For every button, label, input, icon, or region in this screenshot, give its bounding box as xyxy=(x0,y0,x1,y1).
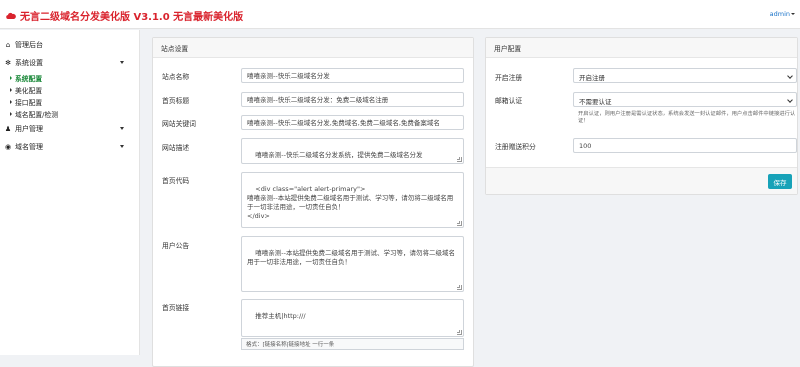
registration-label: 开启注册 xyxy=(495,74,523,82)
user-icon: ♟ xyxy=(4,125,12,133)
resize-handle[interactable] xyxy=(457,221,462,226)
resize-handle[interactable] xyxy=(457,157,462,162)
description-textarea[interactable]: 嘻嘻亲测--快乐二级域名分发系统，提供免费二级域名分发 xyxy=(241,138,464,164)
card-footer: 保存 xyxy=(486,167,797,194)
sidebar-subitem-label: 美化配置 xyxy=(15,87,43,95)
user-notice-textarea[interactable]: 嘻嘻亲测--本站提供免费二级域名用于测试、学习等，请勿将二级域名用于一切非法用途… xyxy=(241,236,464,292)
registration-select[interactable]: 开启注册 xyxy=(573,68,797,83)
caret-down-icon xyxy=(791,13,795,15)
caret-right-icon xyxy=(10,112,12,116)
caret-right-icon xyxy=(10,88,12,92)
keywords-input[interactable]: 嘻嘻亲测--快乐二级域名分发,免费域名,免费二级域名,免费备案域名 xyxy=(241,115,464,130)
sidebar-subitem-system-config[interactable]: 系统配置 xyxy=(0,72,139,84)
username: admin xyxy=(769,10,790,18)
sidebar-item-admin-home[interactable]: ⌂ 管理后台 xyxy=(0,36,139,54)
email-auth-help: 开启认证，则用户注册是需认证状态，系统会发送一封认证邮件，用户点击邮件中链接进行… xyxy=(578,111,796,124)
email-auth-select[interactable]: 不需要认证 xyxy=(573,92,797,107)
sidebar-item-label: 管理后台 xyxy=(15,41,43,49)
site-name-label: 站点名称 xyxy=(162,73,190,81)
email-auth-label: 邮箱认证 xyxy=(495,97,523,105)
brand[interactable]: 无言二级域名分发美化版 V3.1.0 无言最新美化版 xyxy=(6,8,243,23)
user-menu[interactable]: admin xyxy=(770,10,795,18)
caret-right-icon xyxy=(10,76,12,80)
sidebar-item-user-management[interactable]: ♟ 用户管理 xyxy=(0,120,139,138)
cloud-icon xyxy=(6,12,16,19)
sidebar-item-label: 用户管理 xyxy=(15,125,43,133)
description-label: 网站描述 xyxy=(162,144,190,152)
site-name-input[interactable]: 嘻嘻亲测--快乐二级域名分发 xyxy=(241,68,464,83)
signup-points-label: 注册赠送积分 xyxy=(495,143,536,151)
registration-selected: 开启注册 xyxy=(579,74,605,82)
sidebar-subitem-beautify-config[interactable]: 美化配置 xyxy=(0,84,139,96)
card-header: 用户配置 xyxy=(486,38,797,58)
chevron-down-icon xyxy=(120,61,124,64)
home-title-label: 首页标题 xyxy=(162,97,190,105)
sidebar-subitem-domain-config[interactable]: 域名配置/检测 xyxy=(0,108,139,120)
card-header: 站点设置 xyxy=(153,38,473,58)
sidebar-item-domain-management[interactable]: ◉ 域名管理 xyxy=(0,138,139,156)
sidebar-item-label: 域名管理 xyxy=(15,143,43,151)
top-navbar: 无言二级域名分发美化版 V3.1.0 无言最新美化版 admin xyxy=(0,0,800,29)
globe-icon: ◉ xyxy=(4,143,12,151)
home-code-textarea[interactable]: <div class="alert alert-primary"> 嘻嘻亲测--… xyxy=(241,172,464,228)
save-button[interactable]: 保存 xyxy=(768,174,792,189)
chevron-down-icon xyxy=(787,97,793,103)
sidebar-subitem-label: 接口配置 xyxy=(15,99,43,107)
home-links-label: 首页链接 xyxy=(162,304,190,312)
home-icon: ⌂ xyxy=(5,41,11,49)
home-links-text: 推荐主机|http:/// xyxy=(255,312,306,320)
user-config-card: 用户配置 开启注册 开启注册 邮箱认证 不需要认证 开启认证，则用户注册是需认证… xyxy=(485,37,798,195)
home-code-label: 首页代码 xyxy=(162,177,190,185)
user-notice-label: 用户公告 xyxy=(162,242,190,250)
description-text: 嘻嘻亲测--快乐二级域名分发系统，提供免费二级域名分发 xyxy=(255,151,423,159)
chevron-down-icon xyxy=(120,127,124,130)
sidebar-item-system-settings[interactable]: ✻ 系统设置 xyxy=(0,54,139,72)
sidebar-subitem-label: 域名配置/检测 xyxy=(15,111,59,119)
resize-handle[interactable] xyxy=(457,285,462,290)
user-notice-text: 嘻嘻亲测--本站提供免费二级域名用于测试、学习等，请勿将二级域名用于一切非法用途… xyxy=(247,249,455,266)
caret-right-icon xyxy=(10,100,12,104)
sidebar: ⌂ 管理后台 ✻ 系统设置 系统配置 美化配置 接口配置 域名配置/检测 ♟ 用… xyxy=(0,30,140,355)
gear-icon: ✻ xyxy=(5,59,11,67)
email-auth-selected: 不需要认证 xyxy=(579,98,612,106)
keywords-label: 网站关键词 xyxy=(162,120,196,128)
signup-points-input[interactable]: 100 xyxy=(573,138,797,153)
home-code-text: <div class="alert alert-primary"> 嘻嘻亲测--… xyxy=(247,185,454,220)
chevron-down-icon xyxy=(120,145,124,148)
sidebar-item-label: 系统设置 xyxy=(15,59,43,67)
home-title-input[interactable]: 嘻嘻亲测--快乐二级域名分发：免费二级域名注册 xyxy=(241,92,464,107)
app-title: 无言二级域名分发美化版 V3.1.0 无言最新美化版 xyxy=(20,12,244,23)
chevron-down-icon xyxy=(787,73,793,79)
home-links-format-hint: 格式：[链接名称|链接地址 一行一条 xyxy=(241,338,464,350)
resize-handle[interactable] xyxy=(457,330,462,335)
home-links-textarea[interactable]: 推荐主机|http:/// xyxy=(241,299,464,337)
sidebar-subitem-api-config[interactable]: 接口配置 xyxy=(0,96,139,108)
sidebar-subitem-label: 系统配置 xyxy=(15,75,43,83)
site-settings-card: 站点设置 站点名称 嘻嘻亲测--快乐二级域名分发 首页标题 嘻嘻亲测--快乐二级… xyxy=(152,37,474,367)
